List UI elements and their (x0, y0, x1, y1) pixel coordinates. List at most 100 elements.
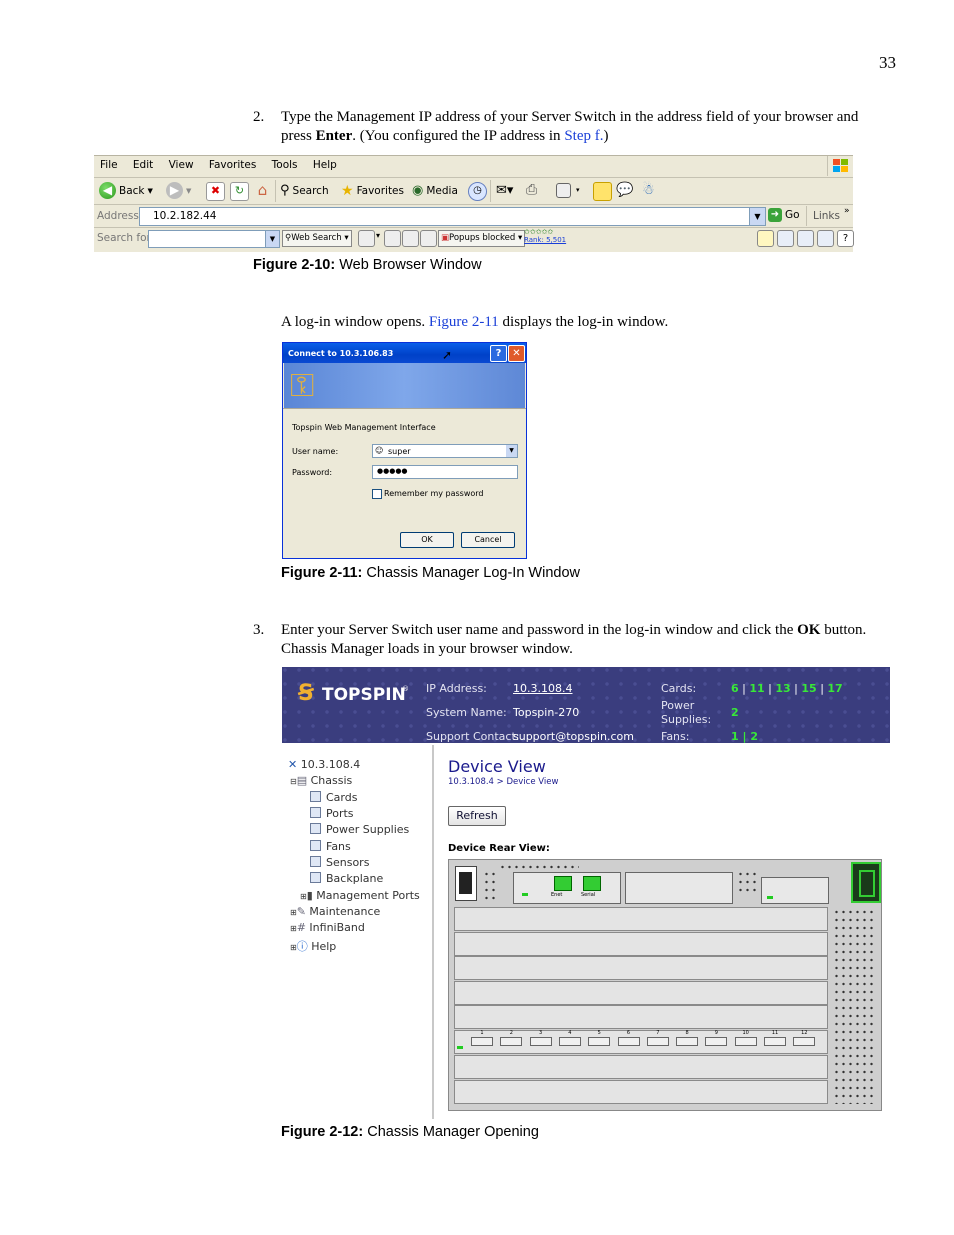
home-icon[interactable]: ⌂ (254, 182, 271, 199)
tree-backplane[interactable]: Backplane (310, 872, 383, 885)
menu-favorites[interactable]: Favorites (209, 159, 256, 171)
refresh-icon[interactable]: ↻ (230, 182, 249, 201)
tree-maintenance[interactable]: ⊞✎ Maintenance (290, 905, 380, 918)
yahoo-icon[interactable] (757, 230, 774, 247)
infiniband-port[interactable]: 11 (764, 1030, 786, 1047)
tree-power-supplies[interactable]: Power Supplies (310, 823, 409, 836)
news-icon[interactable] (358, 230, 375, 247)
ok-button[interactable]: OK (400, 532, 454, 548)
popups-blocked-button[interactable]: ▣Popups blocked ▾ (438, 230, 526, 247)
ethernet-port[interactable] (554, 876, 572, 891)
power-value[interactable]: 2 (731, 706, 739, 719)
menu-view[interactable]: View (169, 159, 194, 171)
figure-2-11-link[interactable]: Figure 2-11 (429, 314, 499, 330)
back-button[interactable]: ◀ Back ▼ (99, 182, 153, 199)
print-icon[interactable]: ⎙ (526, 182, 537, 198)
info-icon[interactable] (402, 230, 419, 247)
rank-indicator[interactable]: ✩✩✩✩✩ Rank: 5,501 (524, 228, 566, 244)
edit-dropdown-icon[interactable]: ▾ (576, 186, 580, 194)
address-dropdown-icon[interactable]: ▼ (749, 208, 765, 225)
card-slot[interactable] (454, 1055, 828, 1079)
forward-button[interactable]: ▶ ▼ (166, 182, 191, 199)
step-f-link[interactable]: Step f. (564, 128, 603, 144)
card-slot[interactable] (454, 907, 828, 931)
card-slot[interactable] (454, 956, 828, 980)
infiniband-port[interactable]: 8 (676, 1030, 699, 1047)
tree-help[interactable]: ⊞ⓘ Help (290, 938, 336, 954)
menu-help[interactable]: Help (313, 159, 337, 171)
tree-fans[interactable]: Fans (310, 840, 351, 853)
refresh-button[interactable]: Refresh (448, 806, 506, 826)
card-link[interactable]: 17 (827, 682, 842, 695)
news-dropdown-icon[interactable]: ▾ (376, 231, 380, 240)
links-label[interactable]: Links (813, 210, 840, 222)
address-field[interactable]: 10.2.182.44 ▼ (139, 207, 766, 226)
card-slot[interactable] (454, 981, 828, 1005)
bookmark-icon[interactable] (777, 230, 794, 247)
infiniband-port[interactable]: 4 (558, 1030, 581, 1047)
edit-icon[interactable] (556, 183, 571, 198)
infiniband-port[interactable]: 1 (471, 1030, 493, 1047)
power-inlet-left[interactable] (455, 866, 477, 901)
username-field[interactable]: ☺ super ▼ (372, 444, 518, 458)
messenger-icon[interactable]: 💬 (616, 182, 633, 198)
menu-file[interactable]: File (100, 159, 118, 171)
google-search-input[interactable]: ▼ (148, 230, 280, 248)
search-dropdown-icon[interactable]: ▼ (265, 231, 279, 247)
highlight-icon[interactable] (420, 230, 437, 247)
card-link[interactable]: 15 (801, 682, 816, 695)
infiniband-port[interactable]: 12 (793, 1030, 816, 1047)
mail-check-icon[interactable] (817, 230, 834, 247)
history-icon[interactable]: ◷ (468, 182, 487, 201)
infiniband-port[interactable]: 10 (734, 1030, 757, 1047)
infiniband-card[interactable]: 1 2 3 4 5 6 7 8 9 10 11 12 (454, 1030, 828, 1054)
search-button[interactable]: ⚲ Search (280, 183, 329, 198)
power-inlet-right[interactable] (851, 862, 881, 903)
fans-value[interactable]: 1 | 2 (731, 730, 758, 743)
remember-checkbox[interactable] (372, 489, 382, 499)
stop-icon[interactable]: ✖ (206, 182, 225, 201)
pagerank-icon[interactable] (384, 230, 401, 247)
ip-value[interactable]: 10.3.108.4 (513, 682, 572, 695)
media-button[interactable]: ◉ Media (412, 183, 458, 198)
card-slot[interactable] (454, 932, 828, 956)
serial-port[interactable] (583, 876, 601, 891)
username-dropdown-icon[interactable]: ▼ (506, 445, 517, 457)
tree-root[interactable]: ✕ 10.3.108.4 (288, 758, 360, 771)
cancel-button[interactable]: Cancel (461, 532, 515, 548)
infiniband-port[interactable]: 3 (529, 1030, 552, 1047)
page-icon[interactable] (797, 230, 814, 247)
infiniband-port[interactable]: 5 (588, 1030, 611, 1047)
tree-chassis-label: Chassis (310, 774, 353, 787)
chevron-right-icon[interactable]: » (844, 206, 850, 216)
breadcrumb[interactable]: 10.3.108.4 > Device View (448, 777, 558, 787)
web-search-button[interactable]: ⚲Web Search ▾ (282, 230, 352, 247)
tree-chassis[interactable]: ⊟▤ Chassis (290, 774, 352, 787)
tree-ports[interactable]: Ports (310, 807, 354, 820)
close-button[interactable]: ✕ (508, 345, 525, 362)
mail-icon[interactable]: ✉▾ (496, 183, 513, 198)
card-link[interactable]: 11 (749, 682, 764, 695)
card-link[interactable]: 6 (731, 682, 739, 695)
rank-label: Rank: 5,501 (524, 236, 567, 244)
menu-tools[interactable]: Tools (272, 159, 298, 171)
tree-infiniband[interactable]: ⊞# InfiniBand (290, 921, 365, 934)
favorites-button[interactable]: ★ Favorites (341, 183, 404, 199)
card-slot[interactable] (454, 1005, 828, 1029)
infiniband-port[interactable]: 2 (500, 1030, 523, 1047)
card-link[interactable]: 13 (775, 682, 790, 695)
tree-cards[interactable]: Cards (310, 791, 357, 804)
infiniband-port[interactable]: 9 (705, 1030, 728, 1047)
discuss-icon[interactable] (593, 182, 612, 201)
tree-sensors[interactable]: Sensors (310, 856, 369, 869)
help-question-icon[interactable]: ? (837, 230, 854, 247)
infiniband-port[interactable]: 7 (646, 1030, 669, 1047)
tree-management-ports[interactable]: ⊞▮ Management Ports (300, 889, 420, 902)
password-field[interactable]: ●●●●● (372, 465, 518, 479)
buddies-icon[interactable]: ☃ (642, 182, 655, 198)
go-button[interactable]: ➜ Go (768, 208, 800, 222)
card-slot[interactable] (454, 1080, 828, 1104)
infiniband-port[interactable]: 6 (617, 1030, 640, 1047)
help-button[interactable]: ? (490, 345, 507, 362)
menu-edit[interactable]: Edit (133, 159, 153, 171)
